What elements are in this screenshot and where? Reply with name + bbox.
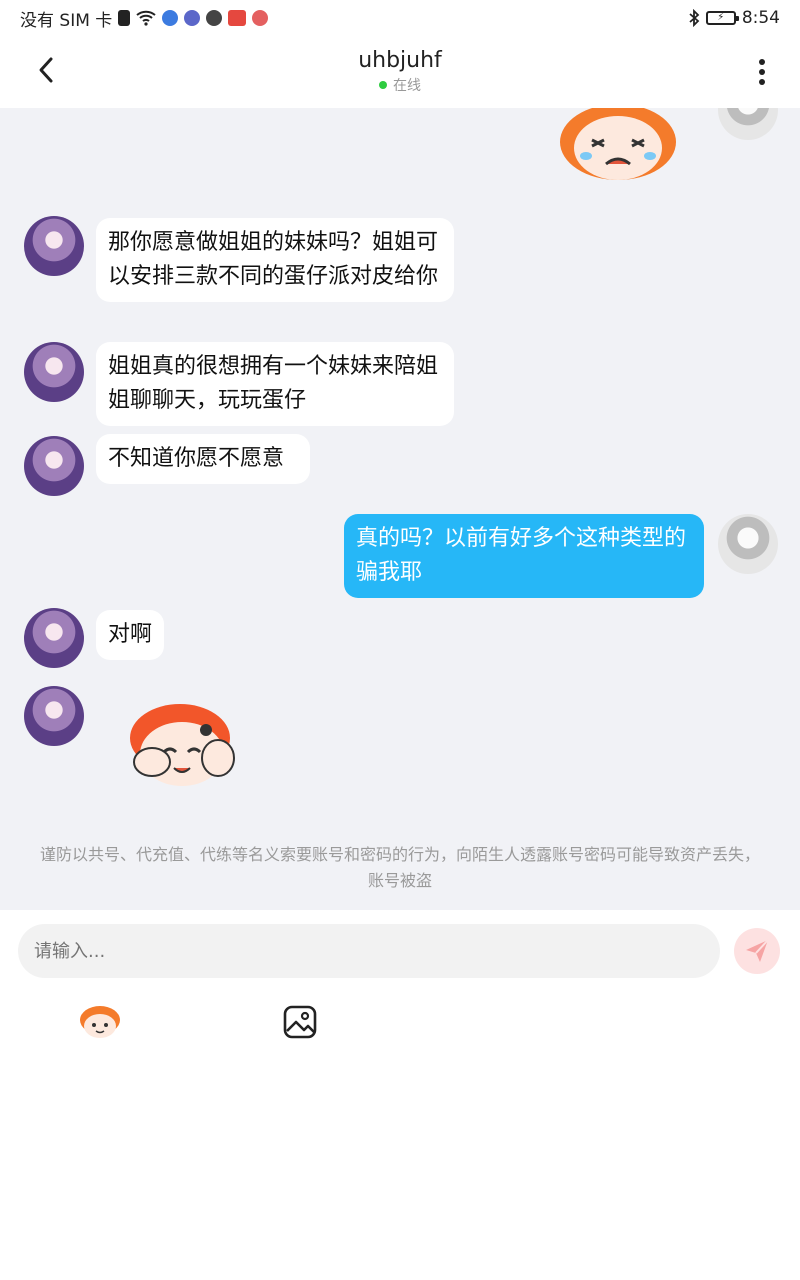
message-bubble-incoming: 姐姐真的很想拥有一个妹妹来陪姐姐聊聊天，玩玩蛋仔 bbox=[96, 342, 454, 426]
send-icon bbox=[746, 939, 769, 962]
battery-icon: ⚡ bbox=[705, 11, 739, 25]
app-red-icon bbox=[228, 10, 247, 26]
more-options-button[interactable] bbox=[744, 54, 780, 90]
carrier-label: 没有 SIM 卡 bbox=[20, 10, 113, 31]
app-mascot-icon bbox=[252, 10, 269, 26]
my-avatar[interactable] bbox=[718, 108, 778, 140]
back-arrow-icon bbox=[39, 57, 53, 83]
message-bubble-incoming: 那你愿意做姐姐的妹妹吗？姐姐可以安排三款不同的蛋仔派对皮给你 bbox=[96, 218, 454, 302]
crying-sticker bbox=[560, 108, 676, 180]
my-avatar[interactable] bbox=[718, 514, 778, 574]
status-bar: 没有 SIM 卡 ⚡ 8:54 bbox=[0, 0, 800, 36]
contact-avatar[interactable] bbox=[24, 608, 84, 668]
image-button[interactable] bbox=[278, 1000, 322, 1044]
contact-avatar[interactable] bbox=[24, 436, 84, 496]
back-button[interactable] bbox=[28, 52, 64, 88]
chat-messages[interactable]: 那你愿意做姐姐的妹妹吗？姐姐可以安排三款不同的蛋仔派对皮给你 姐姐真的很想拥有一… bbox=[0, 108, 800, 910]
safety-notice: 谨防以共号、代充值、代练等名义索要账号和密码的行为，向陌生人透露账号密码可能导致… bbox=[40, 845, 761, 890]
message-input[interactable] bbox=[18, 924, 720, 978]
more-vertical-icon bbox=[759, 59, 765, 85]
contact-name: uhbjuhf bbox=[358, 48, 442, 73]
contact-avatar[interactable] bbox=[24, 342, 84, 402]
send-button[interactable] bbox=[734, 928, 780, 974]
happy-sticker bbox=[130, 704, 235, 786]
online-status: 在线 bbox=[200, 75, 600, 95]
chat-header: uhbjuhf 在线 bbox=[0, 36, 800, 108]
status-bar-right: ⚡ 8:54 bbox=[688, 8, 780, 28]
message-bubble-outgoing: 真的吗？以前有好多个这种类型的骗我耶 bbox=[344, 514, 704, 598]
online-dot-icon bbox=[379, 81, 387, 89]
message-bubble-incoming: 对啊 bbox=[96, 610, 165, 660]
input-panel bbox=[0, 910, 800, 1280]
image-icon bbox=[283, 1005, 317, 1039]
browser-app-icon bbox=[162, 10, 179, 26]
music-app-icon bbox=[184, 10, 201, 26]
online-status-label: 在线 bbox=[393, 78, 421, 94]
contact-avatar[interactable] bbox=[24, 216, 84, 276]
emoji-button[interactable] bbox=[78, 1000, 122, 1044]
bluetooth-icon bbox=[689, 9, 700, 27]
header-title-group: uhbjuhf 在线 bbox=[200, 48, 600, 95]
emoji-icon bbox=[80, 1006, 120, 1038]
sim-alert-icon bbox=[118, 10, 131, 26]
wifi-icon bbox=[136, 10, 156, 26]
contact-avatar[interactable] bbox=[24, 686, 84, 746]
status-bar-left: 没有 SIM 卡 bbox=[20, 6, 269, 31]
message-bubble-incoming: 不知道你愿不愿意 bbox=[96, 434, 310, 484]
wechat-icon bbox=[206, 10, 223, 26]
clock: 8:54 bbox=[741, 8, 780, 28]
